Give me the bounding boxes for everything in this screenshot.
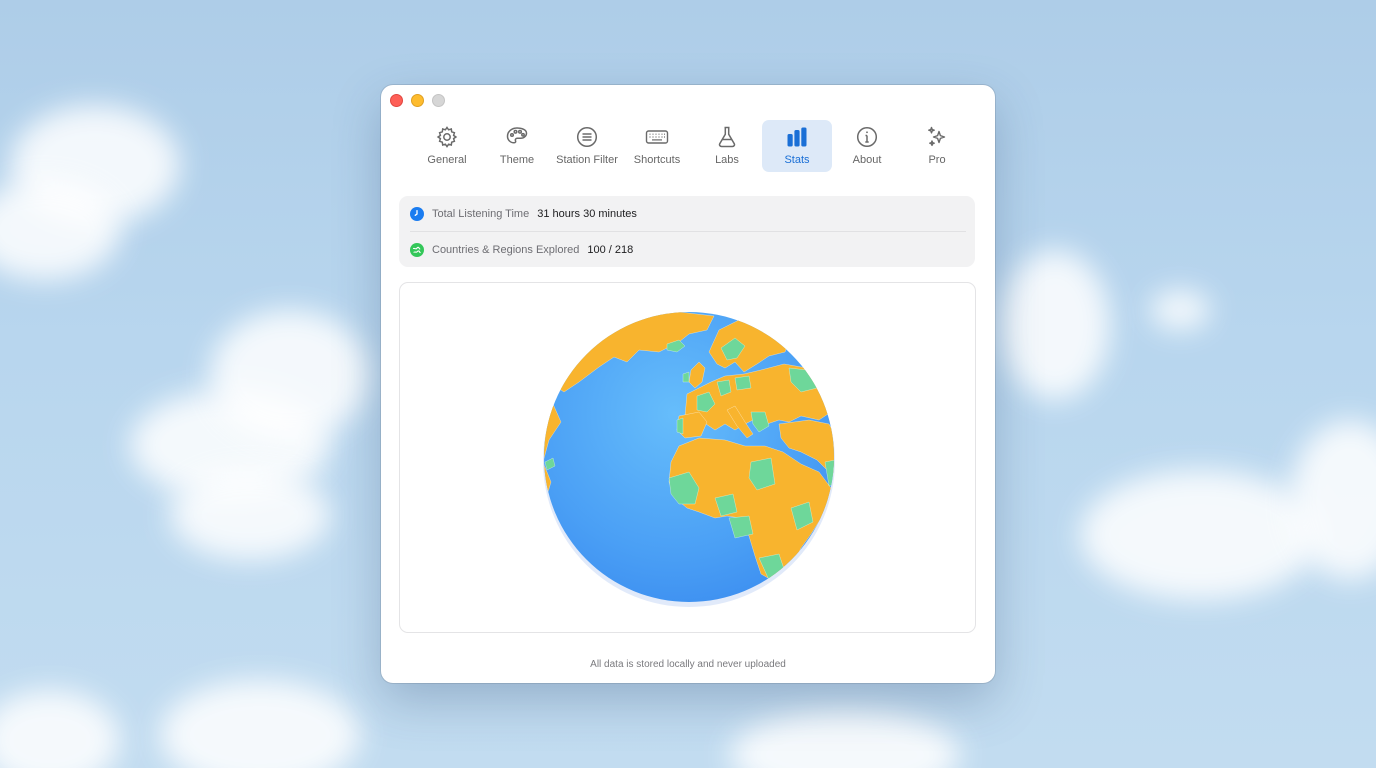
tab-label: Shortcuts — [633, 154, 681, 166]
cloud — [0, 690, 120, 768]
tab-label: Theme — [499, 154, 535, 166]
tab-station-filter[interactable]: Station Filter — [552, 120, 622, 172]
globe-icon — [410, 242, 424, 257]
tab-label: Stats — [784, 154, 810, 166]
land-madagascar — [816, 535, 830, 563]
tab-stats[interactable]: Stats — [762, 120, 832, 172]
cloud — [1080, 470, 1320, 600]
land-poland — [734, 375, 752, 391]
palette-icon — [506, 127, 528, 144]
tab-label: General — [427, 154, 467, 166]
countries-row: Countries & Regions Explored 100 / 218 — [410, 232, 966, 267]
sparkles-icon — [928, 126, 946, 147]
window-controls — [390, 94, 445, 107]
land-portugal — [676, 417, 684, 435]
tab-label: Station Filter — [556, 154, 618, 166]
cloud — [170, 470, 330, 560]
tab-label: About — [852, 154, 882, 166]
flask-icon — [718, 126, 736, 148]
cloud — [730, 710, 960, 768]
stats-summary: Total Listening Time 31 hours 30 minutes… — [399, 196, 975, 267]
listening-time-row: Total Listening Time 31 hours 30 minutes — [410, 196, 966, 232]
cloud — [210, 310, 370, 440]
cloud — [160, 680, 360, 768]
zoom-button[interactable] — [432, 94, 445, 107]
tab-shortcuts[interactable]: Shortcuts — [622, 120, 692, 172]
settings-window: General Theme Station Filter Shortcuts L… — [381, 85, 995, 683]
listening-time-value: 31 hours 30 minutes — [537, 207, 637, 220]
globe-panel — [399, 282, 976, 633]
privacy-note: All data is stored locally and never upl… — [590, 659, 786, 670]
bar-chart-icon — [787, 127, 807, 147]
minimize-button[interactable] — [411, 94, 424, 107]
tab-about[interactable]: About — [832, 120, 902, 172]
land-ireland — [682, 371, 690, 383]
tab-label: Pro — [928, 154, 946, 166]
desktop-background: General Theme Station Filter Shortcuts L… — [0, 0, 1376, 768]
clock-icon — [410, 206, 424, 221]
info-icon — [856, 126, 878, 148]
cloud — [1000, 250, 1110, 400]
tab-theme[interactable]: Theme — [482, 120, 552, 172]
filter-list-icon — [576, 126, 598, 148]
tab-pro[interactable]: Pro — [902, 120, 972, 172]
listening-time-label: Total Listening Time — [432, 207, 530, 220]
globe-map[interactable] — [539, 312, 839, 617]
preferences-toolbar: General Theme Station Filter Shortcuts L… — [412, 120, 972, 172]
countries-value: 100 / 218 — [587, 243, 634, 256]
world-globe[interactable] — [539, 312, 839, 612]
keyboard-icon — [645, 130, 669, 144]
tab-label: Labs — [715, 154, 739, 166]
tab-general[interactable]: General — [412, 120, 482, 172]
countries-label: Countries & Regions Explored — [432, 243, 580, 256]
cloud — [1150, 290, 1210, 330]
gear-icon — [436, 126, 458, 148]
tab-labs[interactable]: Labs — [692, 120, 762, 172]
close-button[interactable] — [390, 94, 403, 107]
